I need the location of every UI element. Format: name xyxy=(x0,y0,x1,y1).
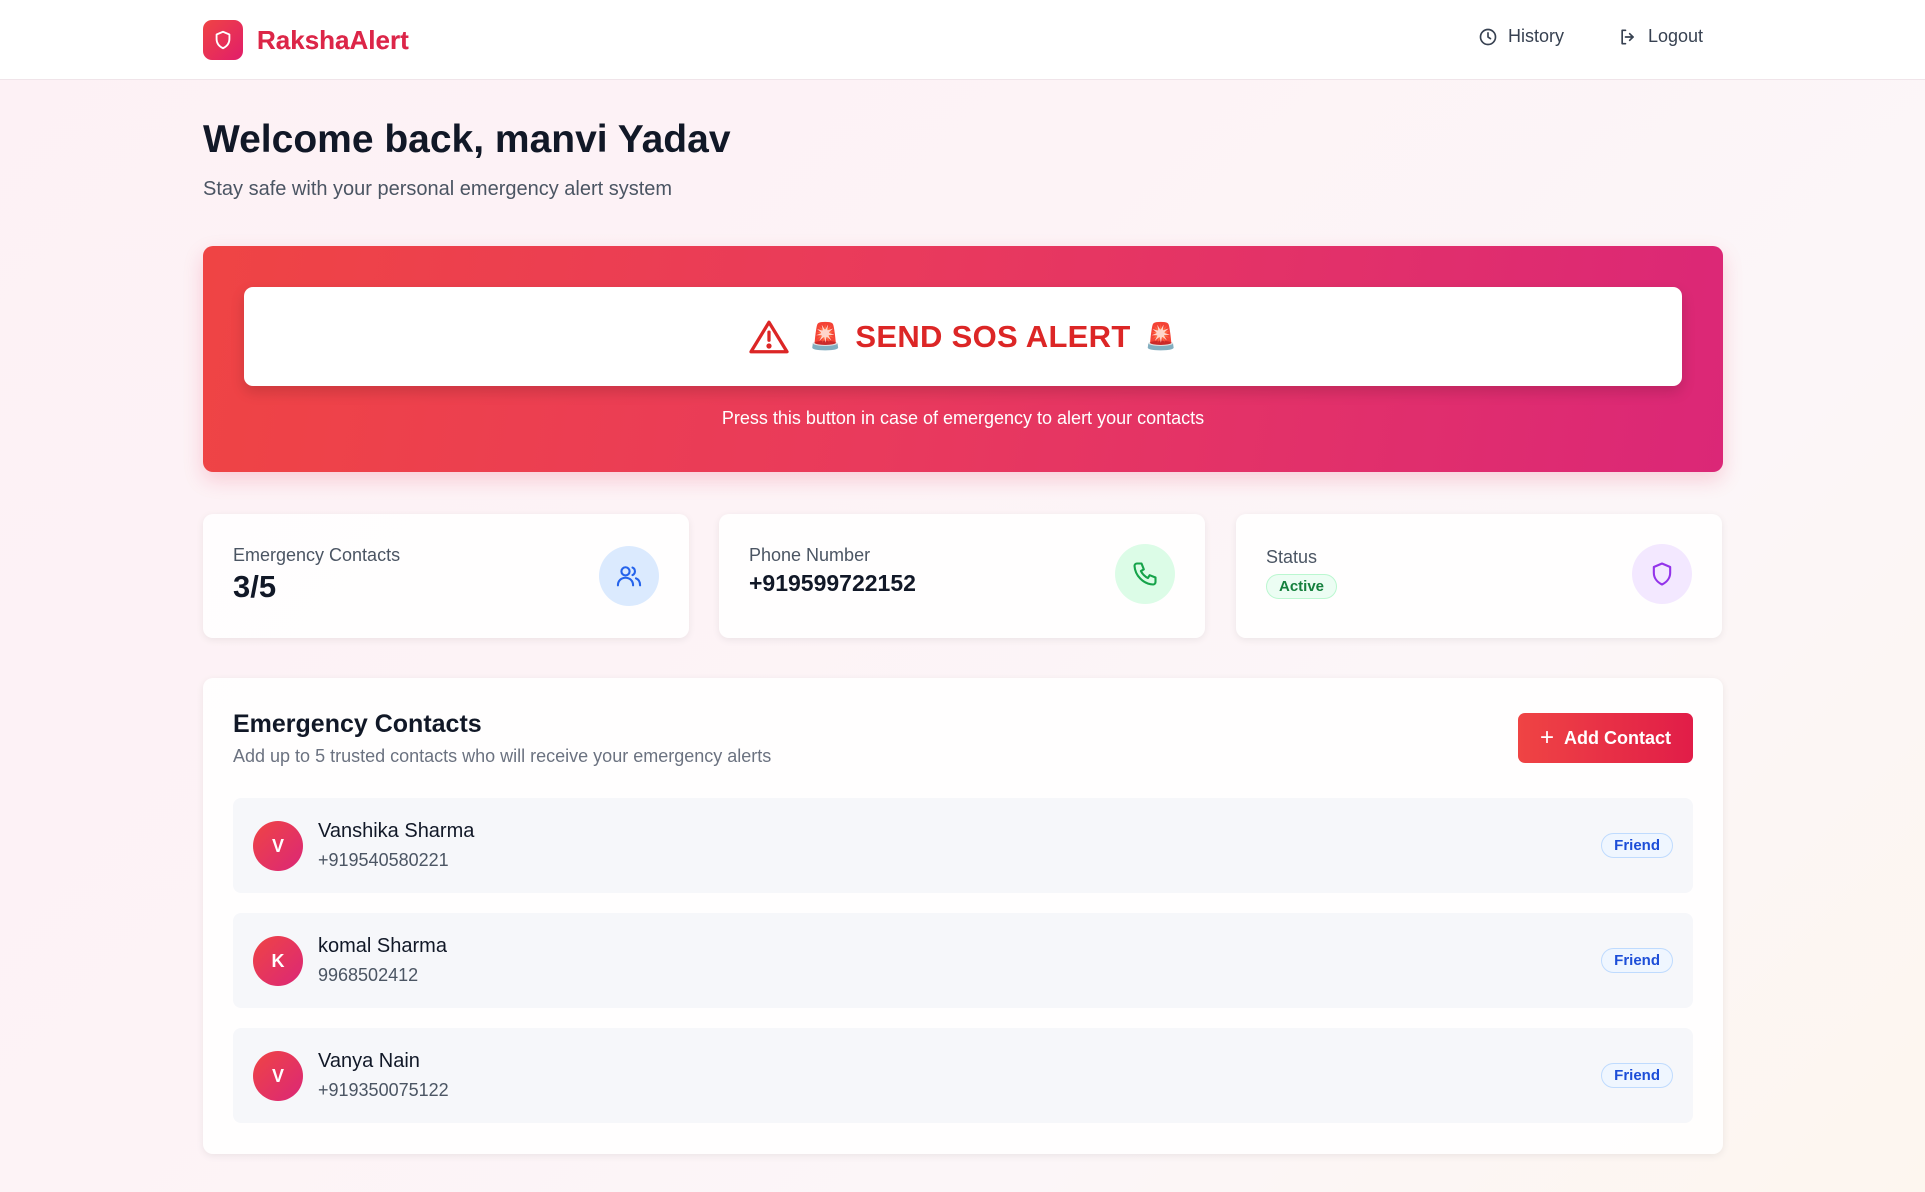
logout-icon xyxy=(1621,29,1634,45)
history-link[interactable]: History xyxy=(1478,26,1564,47)
stat-value: 3/5 xyxy=(233,569,277,604)
relation-badge: Friend xyxy=(1601,948,1673,973)
contact-name: Vanya Nain xyxy=(318,1050,420,1072)
emergency-contacts-section: Emergency Contacts Add up to 5 trusted c… xyxy=(203,678,1723,1154)
relation-badge: Friend xyxy=(1601,1063,1673,1088)
warning-triangle-icon xyxy=(749,320,789,353)
send-sos-button[interactable]: 🚨 SEND SOS ALERT 🚨 xyxy=(244,287,1682,386)
section-title: Emergency Contacts xyxy=(233,710,482,738)
avatar: V xyxy=(253,1051,303,1101)
stat-card-contacts: Emergency Contacts 3/5 xyxy=(203,514,689,638)
sos-button-label: SEND SOS ALERT xyxy=(855,318,1131,354)
page-subtitle: Stay safe with your personal emergency a… xyxy=(203,178,673,200)
relation-badge: Friend xyxy=(1601,833,1673,858)
contact-phone: 9968502412 xyxy=(318,965,419,985)
section-subtitle: Add up to 5 trusted contacts who will re… xyxy=(233,746,772,766)
contact-name: Vanshika Sharma xyxy=(318,820,475,842)
contact-name: komal Sharma xyxy=(318,935,447,957)
siren-icon: 🚨 xyxy=(809,321,842,351)
avatar: V xyxy=(253,821,303,871)
stat-value: +919599722152 xyxy=(749,570,916,596)
stat-card-phone: Phone Number +919599722152 xyxy=(719,514,1205,638)
shield-icon xyxy=(203,20,243,60)
status-badge: Active xyxy=(1266,574,1338,599)
app-name: RakshaAlert xyxy=(257,24,409,55)
stat-label: Phone Number xyxy=(749,545,871,565)
list-item[interactable]: V Vanshika Sharma +919540580221 Friend xyxy=(233,798,1693,893)
contact-phone: +919540580221 xyxy=(318,850,449,870)
brand[interactable]: RakshaAlert xyxy=(203,20,409,60)
add-contact-button[interactable]: + Add Contact xyxy=(1518,713,1693,763)
list-item[interactable]: V Vanya Nain +919350075122 Friend xyxy=(233,1028,1693,1123)
shield-icon xyxy=(1632,544,1692,604)
plus-icon: + xyxy=(1539,724,1554,751)
phone-icon xyxy=(1115,544,1175,604)
stat-label: Emergency Contacts xyxy=(233,545,401,565)
logout-label: Logout xyxy=(1648,26,1704,46)
stat-card-status: Status Active xyxy=(1236,514,1722,638)
add-contact-label: Add Contact xyxy=(1564,727,1671,748)
list-item[interactable]: K komal Sharma 9968502412 Friend xyxy=(233,913,1693,1008)
siren-icon: 🚨 xyxy=(1144,321,1177,351)
stat-label: Status xyxy=(1266,547,1318,567)
history-label: History xyxy=(1508,26,1565,46)
logout-link[interactable]: Logout xyxy=(1618,26,1703,47)
sos-card: 🚨 SEND SOS ALERT 🚨 Press this button in … xyxy=(203,246,1723,472)
top-header: RakshaAlert History Logout xyxy=(0,0,1925,80)
contact-phone: +919350075122 xyxy=(318,1080,449,1100)
clock-icon xyxy=(1479,28,1497,45)
users-icon xyxy=(599,546,659,606)
page-title: Welcome back, manvi Yadav xyxy=(203,118,731,161)
sos-hint: Press this button in case of emergency t… xyxy=(721,408,1205,428)
avatar: K xyxy=(253,936,303,986)
